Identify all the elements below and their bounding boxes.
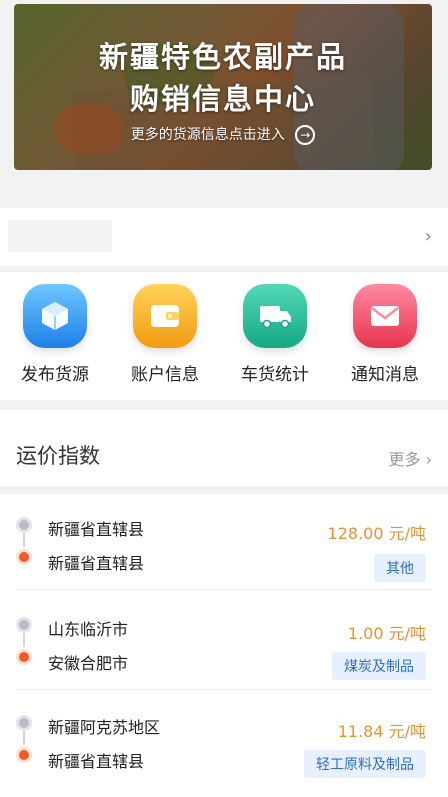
freight-index-header: 运价指数 更多 › bbox=[0, 410, 448, 486]
category-tag: 煤炭及制品 bbox=[332, 652, 426, 680]
mail-icon bbox=[353, 284, 417, 348]
origin-dot-icon bbox=[19, 718, 29, 728]
destination-dot-icon bbox=[19, 652, 29, 662]
origin-city: 山东临沂市 bbox=[48, 620, 129, 639]
menu-label: 发布货源 bbox=[21, 365, 89, 385]
menu-label: 通知消息 bbox=[351, 365, 419, 385]
menu-vehicle-stats[interactable]: 车货统计 bbox=[220, 284, 330, 385]
promo-banner[interactable]: 新疆特色农副产品 购销信息中心 更多的货源信息点击进入 → bbox=[14, 4, 432, 170]
menu-account-info[interactable]: 账户信息 bbox=[110, 284, 220, 385]
banner-subtitle[interactable]: 更多的货源信息点击进入 → bbox=[14, 124, 432, 145]
truck-icon bbox=[243, 284, 307, 348]
destination-dot-icon bbox=[19, 750, 29, 760]
freight-list: 新疆省直辖县 新疆省直辖县 128.00 元/吨 其他 山东临沂市 安徽合肥市 … bbox=[0, 494, 448, 797]
placeholder-row[interactable]: › bbox=[0, 208, 448, 266]
destination-city: 新疆省直辖县 bbox=[48, 752, 145, 771]
origin-dot-icon bbox=[19, 620, 29, 630]
list-item[interactable]: 山东临沂市 安徽合肥市 1.00 元/吨 煤炭及制品 bbox=[0, 594, 448, 690]
destination-dot-icon bbox=[19, 552, 29, 562]
category-tag: 轻工原料及制品 bbox=[304, 750, 426, 778]
arrow-right-circle-icon: → bbox=[295, 125, 316, 145]
category-tag: 其他 bbox=[374, 554, 426, 582]
menu-publish-source[interactable]: 发布货源 bbox=[0, 284, 110, 385]
more-label: 更多 bbox=[388, 450, 421, 469]
menu-label: 账户信息 bbox=[131, 365, 199, 385]
price: 128.00 元/吨 bbox=[327, 524, 426, 543]
section-title: 运价指数 bbox=[16, 444, 100, 468]
cube-icon bbox=[23, 284, 87, 348]
banner-title-line2: 购销信息中心 bbox=[129, 82, 316, 116]
price: 1.00 元/吨 bbox=[347, 624, 426, 643]
menu-label: 车货统计 bbox=[241, 365, 309, 385]
chevron-right-icon: › bbox=[424, 226, 432, 247]
chevron-right-icon: › bbox=[425, 450, 432, 469]
origin-city: 新疆阿克苏地区 bbox=[48, 718, 161, 737]
banner-subtitle-text: 更多的货源信息点击进入 bbox=[130, 127, 285, 143]
list-item[interactable]: 新疆省直辖县 新疆省直辖县 128.00 元/吨 其他 bbox=[0, 494, 448, 590]
menu-notifications[interactable]: 通知消息 bbox=[330, 284, 440, 385]
list-item[interactable]: 新疆阿克苏地区 新疆省直辖县 11.84 元/吨 轻工原料及制品 bbox=[0, 692, 448, 788]
placeholder-block bbox=[8, 220, 112, 252]
more-link[interactable]: 更多 › bbox=[388, 446, 432, 470]
wallet-icon bbox=[133, 284, 197, 348]
destination-city: 安徽合肥市 bbox=[48, 654, 129, 673]
origin-city: 新疆省直辖县 bbox=[48, 520, 145, 539]
destination-city: 新疆省直辖县 bbox=[48, 554, 145, 573]
price: 11.84 元/吨 bbox=[337, 722, 426, 741]
origin-dot-icon bbox=[19, 520, 29, 530]
quick-menu: 发布货源 账户信息 车货统计 通知消息 bbox=[0, 272, 448, 400]
banner-title-line1: 新疆特色农副产品 bbox=[98, 40, 347, 74]
